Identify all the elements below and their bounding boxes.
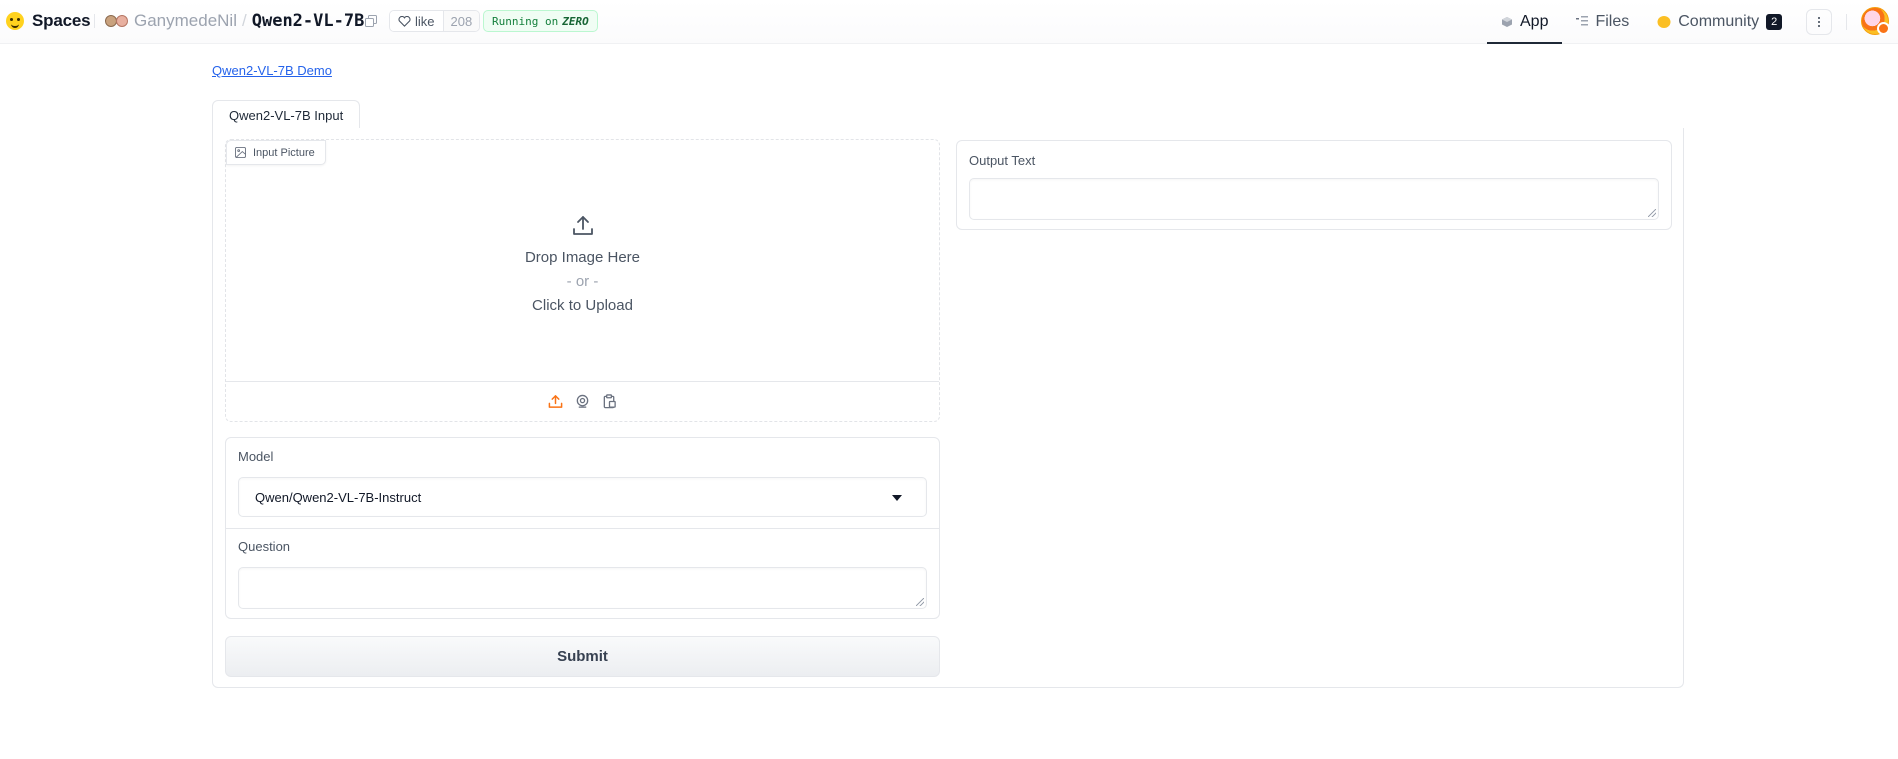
- submit-button[interactable]: Submit: [225, 636, 940, 677]
- tab-app-label: App: [1520, 13, 1549, 30]
- model-selected-value: Qwen/Qwen2-VL-7B-Instruct: [255, 489, 422, 505]
- output-text-block: Output Text: [956, 140, 1672, 230]
- input-picture-label-text: Input Picture: [253, 146, 315, 159]
- more-vertical-icon: [1818, 21, 1820, 23]
- webcam-icon: [576, 394, 589, 408]
- form-divider: [226, 528, 939, 529]
- running-status-prefix: Running on: [492, 14, 559, 28]
- drop-image-text: Drop Image Here: [524, 248, 641, 266]
- running-hardware: ZERO: [562, 14, 589, 28]
- more-options-button[interactable]: [1806, 9, 1832, 35]
- resize-handle-icon[interactable]: [1648, 209, 1656, 217]
- like-count[interactable]: 208: [442, 11, 480, 31]
- upload-arrow-icon: [572, 215, 593, 235]
- question-textarea[interactable]: [238, 567, 927, 609]
- model-question-form: Model Qwen/Qwen2-VL-7B-Instruct Question: [225, 437, 940, 619]
- input-picture-label: Input Picture: [226, 140, 326, 165]
- click-to-upload-text: Click to Upload: [532, 296, 633, 314]
- or-separator-text: - or -: [566, 272, 599, 290]
- tab-files[interactable]: Files: [1562, 0, 1643, 44]
- spaces-home-link[interactable]: Spaces: [6, 10, 91, 32]
- upload-source-button[interactable]: [548, 394, 564, 410]
- space-breadcrumb: GanymedeNil / Qwen2-VL-7B: [105, 10, 364, 32]
- image-drop-zone[interactable]: Drop Image Here - or - Click to Upload: [226, 140, 939, 381]
- top-navigation-bar: Spaces GanymedeNil / Qwen2-VL-7B like 20…: [0, 0, 1898, 44]
- tab-app[interactable]: App: [1487, 0, 1563, 44]
- clipboard-icon: [603, 394, 616, 409]
- tab-community-label: Community: [1678, 13, 1760, 30]
- hugging-face-logo-icon: [6, 12, 24, 30]
- output-textarea[interactable]: [969, 178, 1659, 220]
- running-status-badge[interactable]: Running on ZERO: [483, 10, 598, 32]
- breadcrumb-separator: /: [242, 11, 247, 30]
- resize-handle-icon[interactable]: [916, 598, 924, 606]
- model-label: Model: [238, 449, 274, 464]
- question-label: Question: [238, 539, 291, 554]
- files-icon: [1576, 16, 1589, 26]
- space-name-link[interactable]: Qwen2-VL-7B: [252, 11, 365, 31]
- copy-icon[interactable]: [365, 14, 377, 27]
- input-tab-bar: Qwen2-VL-7B Input: [212, 100, 1684, 130]
- clipboard-source-button[interactable]: [602, 394, 618, 410]
- user-avatar[interactable]: [1861, 7, 1890, 35]
- header-divider: [94, 14, 95, 28]
- header-divider-right: [1846, 14, 1847, 30]
- owner-link[interactable]: GanymedeNil: [134, 11, 237, 31]
- output-text-label: Output Text: [969, 153, 1036, 168]
- image-upload-area: Drop Image Here - or - Click to Upload I…: [225, 139, 940, 422]
- space-nav-tabs: App Files Community 2: [1487, 0, 1796, 44]
- model-dropdown[interactable]: Qwen/Qwen2-VL-7B-Instruct: [238, 477, 927, 517]
- chevron-down-icon: [892, 495, 902, 501]
- owner-avatar-secondary-icon: [116, 15, 128, 27]
- tab-qwen2-vl-input[interactable]: Qwen2-VL-7B Input: [212, 100, 361, 130]
- community-bubble-icon: [1657, 16, 1671, 28]
- app-cube-icon: [1502, 17, 1512, 27]
- upload-icon: [548, 395, 563, 408]
- like-label: like: [415, 13, 435, 29]
- tab-community[interactable]: Community 2: [1643, 0, 1796, 44]
- like-button[interactable]: like: [390, 11, 443, 31]
- image-icon: [235, 147, 246, 158]
- heart-icon: [398, 15, 411, 27]
- webcam-source-button[interactable]: [575, 394, 591, 410]
- community-count-badge: 2: [1766, 14, 1783, 30]
- demo-title-link[interactable]: Qwen2-VL-7B Demo: [212, 63, 332, 78]
- like-widget: like 208: [389, 10, 481, 32]
- brand-name: Spaces: [32, 11, 91, 30]
- tab-files-label: Files: [1595, 13, 1630, 30]
- upload-source-toolbar: [226, 381, 939, 421]
